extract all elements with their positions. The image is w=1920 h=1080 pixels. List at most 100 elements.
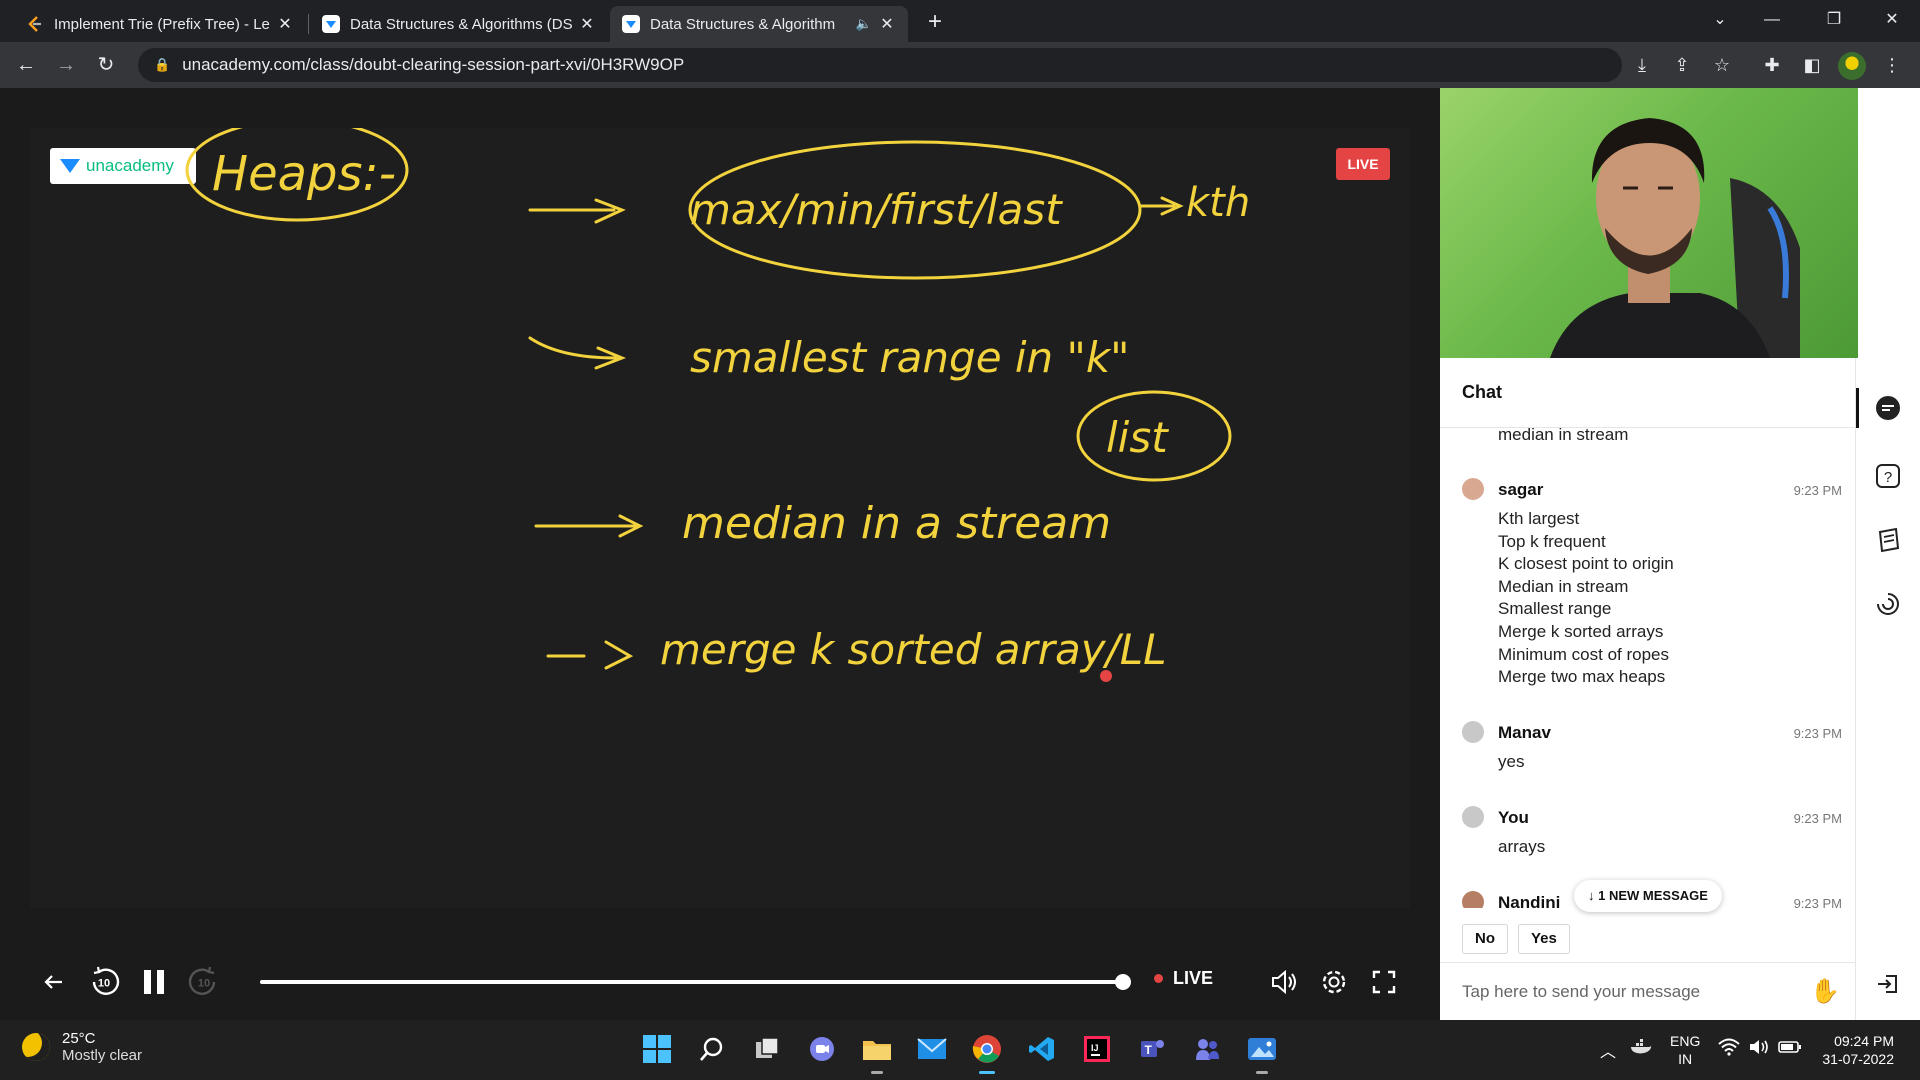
system-clock[interactable]: 09:24 PM 31-07-2022 xyxy=(1818,1032,1894,1068)
address-bar[interactable]: 🔒 unacademy.com/class/doubt-clearing-ses… xyxy=(138,48,1622,82)
notes-icon[interactable] xyxy=(1872,524,1904,556)
user-avatar[interactable] xyxy=(1462,721,1484,743)
fullscreen-icon[interactable] xyxy=(1366,964,1402,1000)
teams-people-icon[interactable] xyxy=(1190,1032,1224,1066)
back-button[interactable]: ← xyxy=(12,51,40,79)
quick-reply-no-button[interactable]: No xyxy=(1462,924,1508,954)
volume-icon[interactable] xyxy=(1266,964,1302,1000)
arrow-kth xyxy=(1138,196,1184,216)
note-kth: kth xyxy=(1186,180,1250,226)
message-line: Smallest range xyxy=(1498,599,1612,619)
settings-gear-icon[interactable] xyxy=(1316,964,1352,1000)
message-time: 9:23 PM xyxy=(1793,811,1842,826)
volume-tray-icon[interactable] xyxy=(1748,1038,1770,1061)
close-tab-icon[interactable]: ✕ xyxy=(578,14,596,34)
chat-message-input[interactable] xyxy=(1462,977,1792,1007)
task-view-icon[interactable] xyxy=(750,1032,784,1066)
menu-kebab-icon[interactable]: ⋮ xyxy=(1880,53,1904,77)
vscode-icon[interactable] xyxy=(1025,1032,1059,1066)
close-window-button[interactable]: ✕ xyxy=(1864,0,1920,42)
video-player[interactable]: unacademy LIVE Heaps:- max/min/first/las… xyxy=(0,88,1440,1020)
pause-icon[interactable] xyxy=(136,964,172,1000)
unacademy-favicon-icon xyxy=(322,15,340,33)
speaker-icon[interactable]: 🔈 xyxy=(856,16,872,32)
rewind-10-icon[interactable]: 10 xyxy=(86,964,122,1000)
file-explorer-icon[interactable] xyxy=(860,1032,894,1074)
clock-date: 31-07-2022 xyxy=(1822,1051,1894,1067)
quick-reply-yes-button[interactable]: Yes xyxy=(1518,924,1570,954)
bookmark-star-icon[interactable]: ☆ xyxy=(1710,53,1734,77)
message-time: 9:23 PM xyxy=(1793,726,1842,741)
running-indicator xyxy=(1256,1071,1268,1074)
wifi-icon[interactable] xyxy=(1718,1038,1740,1061)
battery-icon[interactable] xyxy=(1778,1038,1802,1061)
tab-dsa-active[interactable]: Data Structures & Algorithm 🔈 ✕ xyxy=(610,6,908,42)
tab-dsa-1[interactable]: Data Structures & Algorithms (DS ✕ xyxy=(310,6,608,42)
temperature: 25°C xyxy=(62,1030,96,1047)
wave-hand-icon[interactable]: ✋ xyxy=(1810,977,1840,1006)
quick-reply-options: No Yes xyxy=(1462,924,1570,954)
seek-knob[interactable] xyxy=(1115,974,1131,990)
reactions-icon[interactable] xyxy=(1872,588,1904,620)
arrow-3 xyxy=(534,514,644,538)
region-code: IN xyxy=(1678,1051,1693,1067)
message-line: Top k frequent xyxy=(1498,531,1606,551)
restore-button[interactable]: ❐ xyxy=(1806,0,1862,42)
message-line: Kth largest xyxy=(1498,509,1580,528)
note-smallest-range: smallest range in "k" xyxy=(690,333,1129,382)
arrow-1 xyxy=(528,198,626,224)
new-message-button[interactable]: ↓ 1 NEW MESSAGE xyxy=(1574,880,1722,912)
install-icon[interactable]: ⤓ xyxy=(1630,53,1654,77)
teams-chat-icon[interactable] xyxy=(805,1032,839,1066)
forward-10-icon[interactable]: 10 xyxy=(186,964,222,1000)
sender-name[interactable]: sagar xyxy=(1498,480,1543,500)
lock-icon[interactable]: 🔒 xyxy=(154,57,170,73)
user-avatar[interactable] xyxy=(1462,891,1484,908)
chat-message: You 9:23 PM arrays xyxy=(1462,806,1842,866)
forward-button[interactable]: → xyxy=(52,51,80,79)
new-tab-button[interactable]: + xyxy=(920,8,950,38)
sender-name[interactable]: Manav xyxy=(1498,723,1551,743)
user-avatar[interactable] xyxy=(1462,478,1484,500)
extensions-puzzle-icon[interactable]: ✚ xyxy=(1760,53,1784,77)
teams-work-icon[interactable]: T xyxy=(1135,1032,1169,1066)
start-windows-icon[interactable] xyxy=(640,1032,674,1066)
unacademy-favicon-icon xyxy=(622,15,640,33)
close-tab-icon[interactable]: ✕ xyxy=(878,14,896,34)
back-arrow-icon[interactable] xyxy=(36,964,72,1000)
language-indicator[interactable]: ENG IN xyxy=(1670,1032,1700,1068)
chat-message: Manav 9:23 PM yes xyxy=(1462,721,1842,781)
seek-bar[interactable] xyxy=(260,974,1131,990)
sender-name[interactable]: You xyxy=(1498,808,1529,828)
chat-messages[interactable]: median in stream sagar 9:23 PM Kth large… xyxy=(1440,428,1856,908)
photos-icon[interactable] xyxy=(1245,1032,1279,1074)
doubt-question-icon[interactable]: ? xyxy=(1872,460,1904,492)
minimize-button[interactable]: — xyxy=(1744,0,1800,42)
tab-leetcode[interactable]: Implement Trie (Prefix Tree) - Lee ✕ xyxy=(14,6,306,42)
weather-widget[interactable]: 25°C Mostly clear xyxy=(22,1030,142,1064)
tab-search-icon[interactable]: ⌄ xyxy=(1692,0,1748,42)
docker-tray-icon[interactable] xyxy=(1630,1038,1652,1061)
handwritten-notes: Heaps:- max/min/first/last kth smallest … xyxy=(185,128,1250,682)
sender-name[interactable]: Nandini xyxy=(1498,893,1560,908)
share-icon[interactable]: ⇪ xyxy=(1670,53,1694,77)
live-indicator[interactable]: LIVE xyxy=(1154,968,1213,989)
show-hidden-icons-icon[interactable]: ︿ xyxy=(1600,1038,1616,1062)
chrome-icon[interactable] xyxy=(970,1032,1004,1074)
svg-text:10: 10 xyxy=(98,978,110,990)
close-tab-icon[interactable]: ✕ xyxy=(276,14,294,34)
reload-button[interactable]: ↻ xyxy=(92,51,120,79)
svg-text:IJ: IJ xyxy=(1091,1043,1099,1053)
intellij-icon[interactable]: IJ xyxy=(1080,1032,1114,1066)
chat-bubble-icon[interactable] xyxy=(1872,392,1904,424)
clock-time: 09:24 PM xyxy=(1834,1033,1894,1049)
profile-avatar[interactable] xyxy=(1838,52,1866,80)
mail-icon[interactable] xyxy=(915,1032,949,1066)
chat-message: sagar 9:23 PM Kth largest Top k frequent… xyxy=(1462,478,1842,698)
svg-text:?: ? xyxy=(1884,469,1892,486)
search-icon[interactable] xyxy=(695,1032,729,1066)
user-avatar[interactable] xyxy=(1462,806,1484,828)
exit-icon[interactable] xyxy=(1872,968,1904,1000)
side-panel-icon[interactable]: ◧ xyxy=(1800,53,1824,77)
arrow-2 xyxy=(528,336,627,370)
